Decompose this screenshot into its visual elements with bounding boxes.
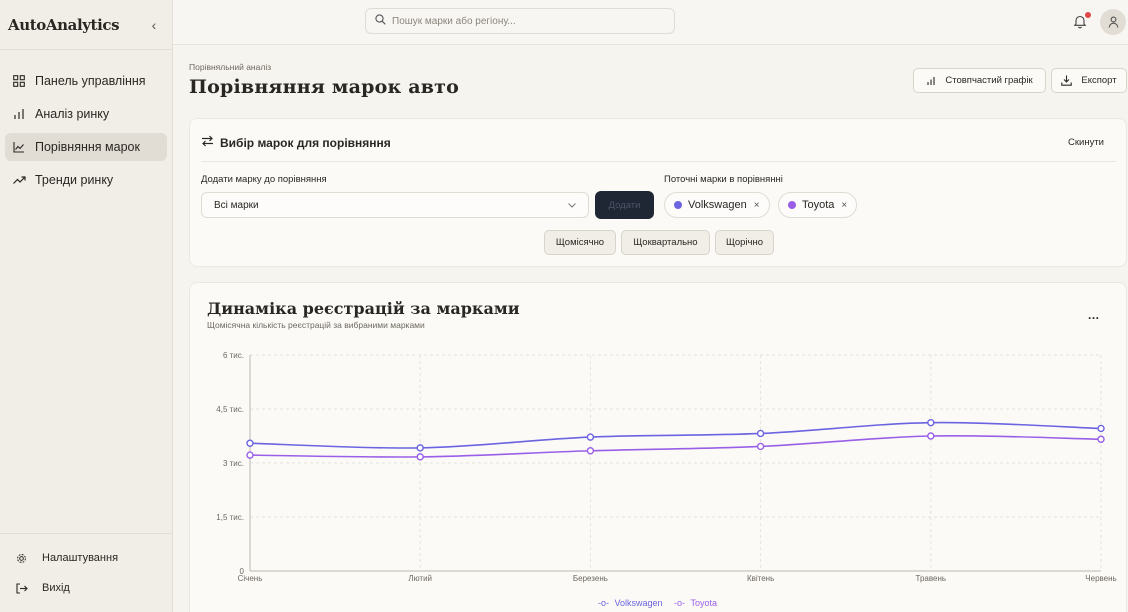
- swap-icon: [202, 135, 213, 147]
- export-button[interactable]: Експорт: [1051, 68, 1127, 93]
- y-tick-label: 4,5 тис.: [216, 405, 244, 414]
- period-quarterly-button[interactable]: Щоквартально: [621, 230, 710, 255]
- data-point-toyota: [1097, 435, 1105, 443]
- divider: [201, 161, 1116, 162]
- y-tick-label: 1,5 тис.: [216, 513, 244, 522]
- notification-dot: [1085, 12, 1091, 18]
- data-point-toyota: [246, 451, 254, 459]
- data-point-toyota: [586, 447, 595, 455]
- brand-chip-toyota: Toyota ×: [778, 192, 858, 218]
- sidebar-item-label: Панель управління: [35, 74, 146, 88]
- bar-chart-icon: [13, 108, 35, 120]
- bar-chart-button[interactable]: Стовпчастий графік: [913, 68, 1046, 93]
- sidebar-item-label: Тренди ринку: [35, 173, 114, 187]
- x-tick-label: Квітень: [747, 574, 774, 583]
- bar-chart-button-label: Стовпчастий графік: [945, 75, 1033, 86]
- brand-select-value: Всі марки: [214, 199, 259, 211]
- line-chart-icon: [13, 141, 35, 153]
- page-title: Порівняння марок авто: [189, 76, 459, 98]
- chevron-down-icon: [568, 202, 576, 208]
- data-point-volkswagen: [586, 433, 595, 441]
- data-point-volkswagen: [1097, 424, 1105, 433]
- chevron-left-icon[interactable]: ‹: [144, 17, 164, 33]
- sidebar-item-logout[interactable]: Вихід: [5, 574, 167, 602]
- brand-chip-volkswagen: Volkswagen ×: [664, 192, 770, 218]
- remove-icon[interactable]: ×: [754, 200, 760, 211]
- selection-title: Вибір марок для порівняння: [220, 136, 391, 150]
- data-point-toyota: [756, 442, 765, 451]
- line-chart: 01,5 тис.3 тис.4,5 тис.6 тис.Січень Лютий…: [216, 351, 1116, 583]
- sidebar-item-label: Вихід: [42, 582, 70, 594]
- sidebar-nav: Панель управління Аналіз ринку Порівнянн…: [0, 50, 172, 194]
- logout-icon: [16, 582, 42, 594]
- reset-button[interactable]: Скинути: [1068, 137, 1104, 148]
- gear-icon: [16, 553, 42, 564]
- y-tick-label: 6 тис.: [223, 351, 244, 360]
- download-icon: [1061, 75, 1073, 86]
- x-tick-label: Травень: [916, 574, 947, 583]
- sidebar: AutoAnalytics ‹ Панель управління Аналіз…: [0, 0, 173, 612]
- add-brand-button[interactable]: Додати: [595, 191, 654, 219]
- data-point-volkswagen: [416, 444, 424, 452]
- brand-chip-label: Volkswagen: [688, 199, 747, 211]
- brand-color-dot: [674, 201, 682, 209]
- trending-up-icon: [13, 175, 35, 185]
- brand-select[interactable]: Всі марки: [201, 192, 589, 218]
- user-avatar[interactable]: [1100, 9, 1126, 35]
- x-tick-label: Лютий: [408, 574, 432, 583]
- data-point-volkswagen: [927, 418, 935, 427]
- sidebar-bottom: Налаштування Вихід: [0, 533, 172, 612]
- add-brand-label: Додати марку до порівняння: [201, 174, 327, 185]
- legend-label: Volkswagen: [614, 598, 663, 608]
- sidebar-item-label: Налаштування: [42, 552, 119, 564]
- breadcrumb: Порівняльний аналіз: [189, 62, 272, 72]
- export-button-label: Експорт: [1081, 75, 1117, 86]
- brand-selection-card: Вибір марок для порівняння Скинути Додат…: [189, 118, 1127, 267]
- user-icon: [1108, 16, 1118, 28]
- topbar: [173, 0, 1128, 45]
- series-line-toyota: [249, 434, 1102, 458]
- search-icon: [375, 12, 386, 30]
- brand-color-dot: [788, 201, 796, 209]
- registrations-chart-card: Динаміка реєстрацій за марками Щомісячна…: [189, 282, 1127, 612]
- period-yearly-button[interactable]: Щорічно: [715, 230, 774, 255]
- chart-legend: -o- Volkswagen -o- Toyota: [190, 598, 1128, 608]
- y-tick-label: 3 тис.: [223, 459, 244, 468]
- brand-chip-label: Toyota: [802, 199, 835, 211]
- x-tick-label: Червень: [1085, 574, 1116, 583]
- sidebar-item-market-analysis[interactable]: Аналіз ринку: [5, 100, 167, 128]
- search-box: [365, 8, 675, 34]
- current-brands-label: Поточні марки в порівнянні: [664, 174, 783, 185]
- search-input[interactable]: [392, 15, 652, 27]
- data-point-volkswagen: [246, 439, 254, 447]
- sidebar-item-settings[interactable]: Налаштування: [5, 544, 167, 572]
- period-monthly-button[interactable]: Щомісячно: [544, 230, 616, 255]
- x-tick-label: Березень: [573, 574, 608, 583]
- sidebar-item-label: Порівняння марок: [35, 140, 140, 154]
- legend-item-volkswagen[interactable]: -o- Volkswagen: [598, 598, 666, 608]
- legend-item-toyota[interactable]: -o- Toyota: [674, 598, 720, 608]
- sidebar-item-dashboard[interactable]: Панель управління: [5, 67, 167, 95]
- x-tick-label: Січень: [238, 574, 263, 583]
- data-point-toyota: [927, 432, 935, 440]
- sidebar-item-market-trends[interactable]: Тренди ринку: [5, 166, 167, 194]
- sidebar-item-brand-comparison[interactable]: Порівняння марок: [5, 133, 167, 161]
- dashboard-grid-icon: [13, 75, 35, 87]
- data-point-toyota: [416, 453, 424, 461]
- app-logo: AutoAnalytics: [8, 15, 120, 34]
- sidebar-item-label: Аналіз ринку: [35, 107, 110, 121]
- bar-chart-icon: [927, 77, 935, 85]
- remove-icon[interactable]: ×: [841, 200, 847, 211]
- notifications-button[interactable]: [1073, 12, 1091, 30]
- data-point-volkswagen: [756, 429, 765, 438]
- brand-header: AutoAnalytics ‹: [0, 0, 172, 50]
- legend-label: Toyota: [690, 598, 718, 608]
